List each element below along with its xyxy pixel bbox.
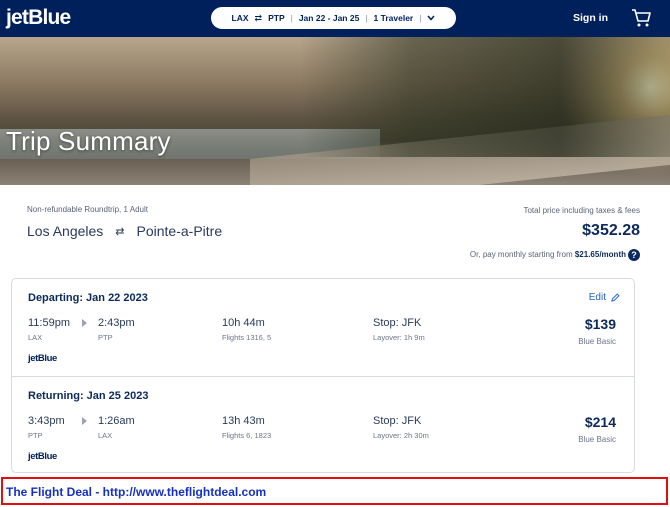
help-circle-icon[interactable]: ? — [628, 249, 640, 261]
divider: | — [365, 13, 368, 23]
segment-price: $139 — [584, 316, 616, 332]
flight-duration: 13h 43m — [222, 415, 265, 427]
arrow-right-icon — [82, 417, 87, 425]
hero-palm-trees — [300, 37, 670, 157]
airline-logo: jetBlue — [28, 353, 57, 364]
page-title: Trip Summary — [6, 126, 171, 156]
monthly-amount: $21.65/month — [574, 250, 626, 259]
total-price-label: Total price including taxes & fees — [523, 206, 640, 215]
sign-in-link[interactable]: Sign in — [573, 12, 608, 24]
departing-segment: Departing: Jan 22 2023 Edit 11:59pm LAX … — [12, 279, 634, 376]
origin-city: Los Angeles — [27, 223, 104, 239]
jetblue-logo[interactable]: jetBlue — [6, 6, 71, 30]
trip-type-label: Non-refundable Roundtrip, 1 Adult — [27, 205, 148, 214]
search-dates: Jan 22 - Jan 25 — [298, 13, 360, 23]
hero-banner-image: Trip Summary — [0, 37, 670, 185]
arrive-time: 2:43pm — [98, 317, 135, 329]
swap-arrows-icon: ⇄ — [254, 12, 263, 23]
swap-arrows-icon: ⇄ — [115, 225, 125, 238]
top-navigation-bar: jetBlue LAX ⇄ PTP | Jan 22 - Jan 25 | 1 … — [0, 0, 670, 37]
flight-details-box: Departing: Jan 22 2023 Edit 11:59pm LAX … — [11, 278, 635, 473]
flight-numbers: Flights 1316, 5 — [222, 333, 272, 342]
chevron-down-icon[interactable] — [427, 15, 436, 21]
segment-price: $214 — [584, 414, 616, 430]
flight-deal-banner: The Flight Deal - http://www.theflightde… — [1, 477, 668, 505]
layover-info: Layover: 1h 9m — [373, 333, 425, 342]
arrow-right-icon — [82, 319, 87, 327]
stop-info: Stop: JFK — [373, 317, 422, 329]
cart-icon[interactable] — [630, 7, 652, 29]
search-destination: PTP — [268, 13, 285, 23]
depart-time: 11:59pm — [28, 317, 70, 329]
monthly-prefix: Or, pay monthly starting from — [469, 250, 573, 259]
airline-logo: jetBlue — [28, 451, 57, 462]
stop-info: Stop: JFK — [373, 415, 422, 427]
fare-type: Blue Basic — [578, 337, 616, 346]
route-cities: Los Angeles ⇄ Pointe-a-Pitre — [27, 223, 222, 239]
fare-type: Blue Basic — [578, 435, 616, 444]
depart-time: 3:43pm — [28, 415, 65, 427]
edit-label: Edit — [588, 292, 606, 303]
arrive-airport-code: PTP — [98, 333, 113, 342]
depart-airport-code: LAX — [28, 333, 43, 342]
flight-numbers: Flights 6, 1823 — [222, 431, 272, 440]
monthly-payment-text: Or, pay monthly starting from $21.65/mon… — [470, 250, 626, 259]
edit-flights-button[interactable]: Edit — [589, 292, 620, 303]
arrive-time: 1:26am — [98, 415, 135, 427]
departing-heading: Departing: Jan 22 2023 — [28, 292, 148, 304]
layover-info: Layover: 2h 30m — [373, 431, 429, 440]
trip-search-pill[interactable]: LAX ⇄ PTP | Jan 22 - Jan 25 | 1 Traveler… — [211, 7, 456, 29]
search-travelers: 1 Traveler — [373, 13, 414, 23]
returning-segment: Returning: Jan 25 2023 3:43pm PTP 1:26am… — [12, 376, 634, 473]
flight-duration: 10h 44m — [222, 317, 265, 329]
flight-deal-link[interactable]: The Flight Deal - http://www.theflightde… — [6, 485, 266, 499]
divider: | — [290, 13, 293, 23]
returning-heading: Returning: Jan 25 2023 — [28, 390, 149, 402]
pencil-icon — [611, 293, 620, 302]
arrive-airport-code: LAX — [98, 431, 113, 440]
search-origin: LAX — [231, 13, 249, 23]
destination-city: Pointe-a-Pitre — [136, 223, 223, 239]
divider: | — [419, 13, 422, 23]
depart-airport-code: PTP — [28, 431, 43, 440]
total-price: $352.28 — [582, 222, 640, 239]
trip-summary-card: Non-refundable Roundtrip, 1 Adult Los An… — [5, 186, 662, 476]
